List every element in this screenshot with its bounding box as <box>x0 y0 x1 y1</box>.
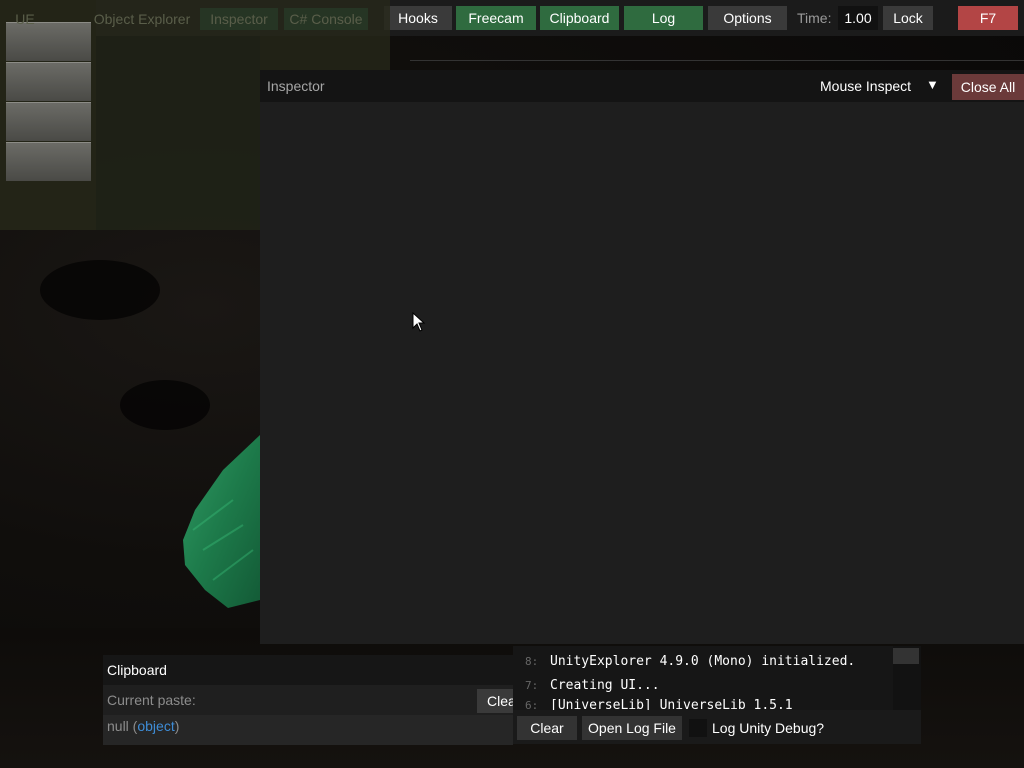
panel-slot[interactable] <box>6 142 91 181</box>
log-button[interactable]: Log <box>624 6 703 30</box>
inspector-window: Inspector Mouse Inspect ▼ Close All <box>260 60 1024 644</box>
time-scale-label: Time: <box>797 10 832 26</box>
mouse-inspect-dropdown[interactable]: Mouse Inspect <box>820 70 911 102</box>
chevron-down-icon[interactable]: ▼ <box>926 70 939 100</box>
panel-middle-column <box>96 36 260 230</box>
log-line-number: 6: <box>525 699 539 710</box>
options-button[interactable]: Options <box>708 6 787 30</box>
clipboard-header[interactable]: Clipboard <box>103 655 513 685</box>
lock-button[interactable]: Lock <box>883 6 933 30</box>
inspector-titlebar[interactable]: Inspector Mouse Inspect ▼ Close All <box>260 70 1024 102</box>
log-panel: 8: UnityExplorer 4.9.0 (Mono) initialize… <box>513 646 921 744</box>
ghost-tab-csharp-console[interactable]: C# Console <box>284 8 368 30</box>
inspector-title: Inspector <box>267 78 325 94</box>
freecam-button[interactable]: Freecam <box>456 6 536 30</box>
time-scale-input[interactable] <box>838 6 878 30</box>
clipboard-panel: Clipboard Current paste: Clear null (obj… <box>103 655 513 745</box>
log-clear-button[interactable]: Clear <box>517 716 577 740</box>
panel-slot[interactable] <box>6 62 91 101</box>
clipboard-clear-button[interactable]: Clear <box>477 689 513 713</box>
log-unity-debug-checkbox[interactable] <box>689 719 707 737</box>
panel-slot[interactable] <box>6 102 91 141</box>
clipboard-value-null: null <box>107 718 129 734</box>
current-paste-label: Current paste: <box>107 692 196 708</box>
inspector-divider <box>410 60 1024 69</box>
log-line-text: UnityExplorer 4.9.0 (Mono) initialized. <box>550 654 856 669</box>
open-log-file-button[interactable]: Open Log File <box>582 716 682 740</box>
clipboard-current-row: Current paste: Clear <box>103 685 513 715</box>
clipboard-button[interactable]: Clipboard <box>540 6 619 30</box>
log-lines: 8: UnityExplorer 4.9.0 (Mono) initialize… <box>513 646 893 710</box>
log-line-text: [UniverseLib] UniverseLib 1.5.1 <box>550 698 793 710</box>
f7-toggle-button[interactable]: F7 <box>958 6 1018 30</box>
clipboard-title: Clipboard <box>107 662 167 678</box>
log-unity-debug-label: Log Unity Debug? <box>712 720 825 736</box>
ghost-tab-ue[interactable]: UE <box>14 8 36 30</box>
clipboard-value: null (object) <box>107 718 180 734</box>
scene-shadow <box>40 260 160 320</box>
clipboard-value-type[interactable]: object <box>137 718 174 734</box>
mouse-cursor-icon <box>412 312 426 332</box>
scene-shadow <box>120 380 210 430</box>
log-line-number: 8: <box>525 655 539 668</box>
hooks-button[interactable]: Hooks <box>384 6 452 30</box>
log-scrollbar-thumb[interactable] <box>893 648 919 664</box>
ghost-tab-inspector[interactable]: Inspector <box>200 8 278 30</box>
clipboard-value-row[interactable]: null (object) <box>103 715 513 745</box>
ghost-tab-object-explorer[interactable]: Object Explorer <box>92 8 192 30</box>
close-all-button[interactable]: Close All <box>952 74 1024 100</box>
